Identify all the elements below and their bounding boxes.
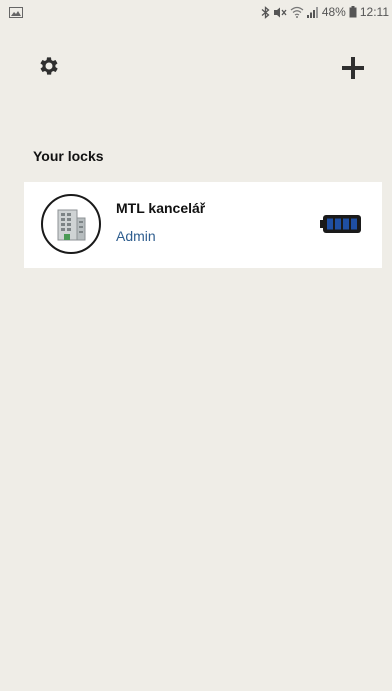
gear-icon [37, 57, 61, 82]
battery-full-icon [320, 214, 362, 234]
section-title: Your locks [33, 148, 104, 164]
image-notification-icon [9, 7, 23, 18]
status-bar: 48% 12:11 [0, 0, 392, 26]
lock-card[interactable]: MTL kancelář Admin [24, 182, 382, 268]
clock: 12:11 [359, 5, 389, 19]
mute-icon [273, 6, 287, 19]
wifi-icon [290, 6, 304, 18]
battery-icon [349, 6, 357, 18]
add-lock-button[interactable] [340, 55, 366, 81]
lock-name: MTL kancelář [116, 200, 206, 216]
battery-percent: 48% [321, 5, 346, 19]
signal-icon [306, 6, 319, 18]
status-icons: 48% 12:11 [261, 5, 389, 19]
bluetooth-icon [261, 5, 270, 19]
settings-button[interactable] [37, 54, 61, 78]
plus-icon [340, 57, 366, 85]
lock-role: Admin [116, 228, 156, 244]
lock-avatar [41, 194, 101, 254]
